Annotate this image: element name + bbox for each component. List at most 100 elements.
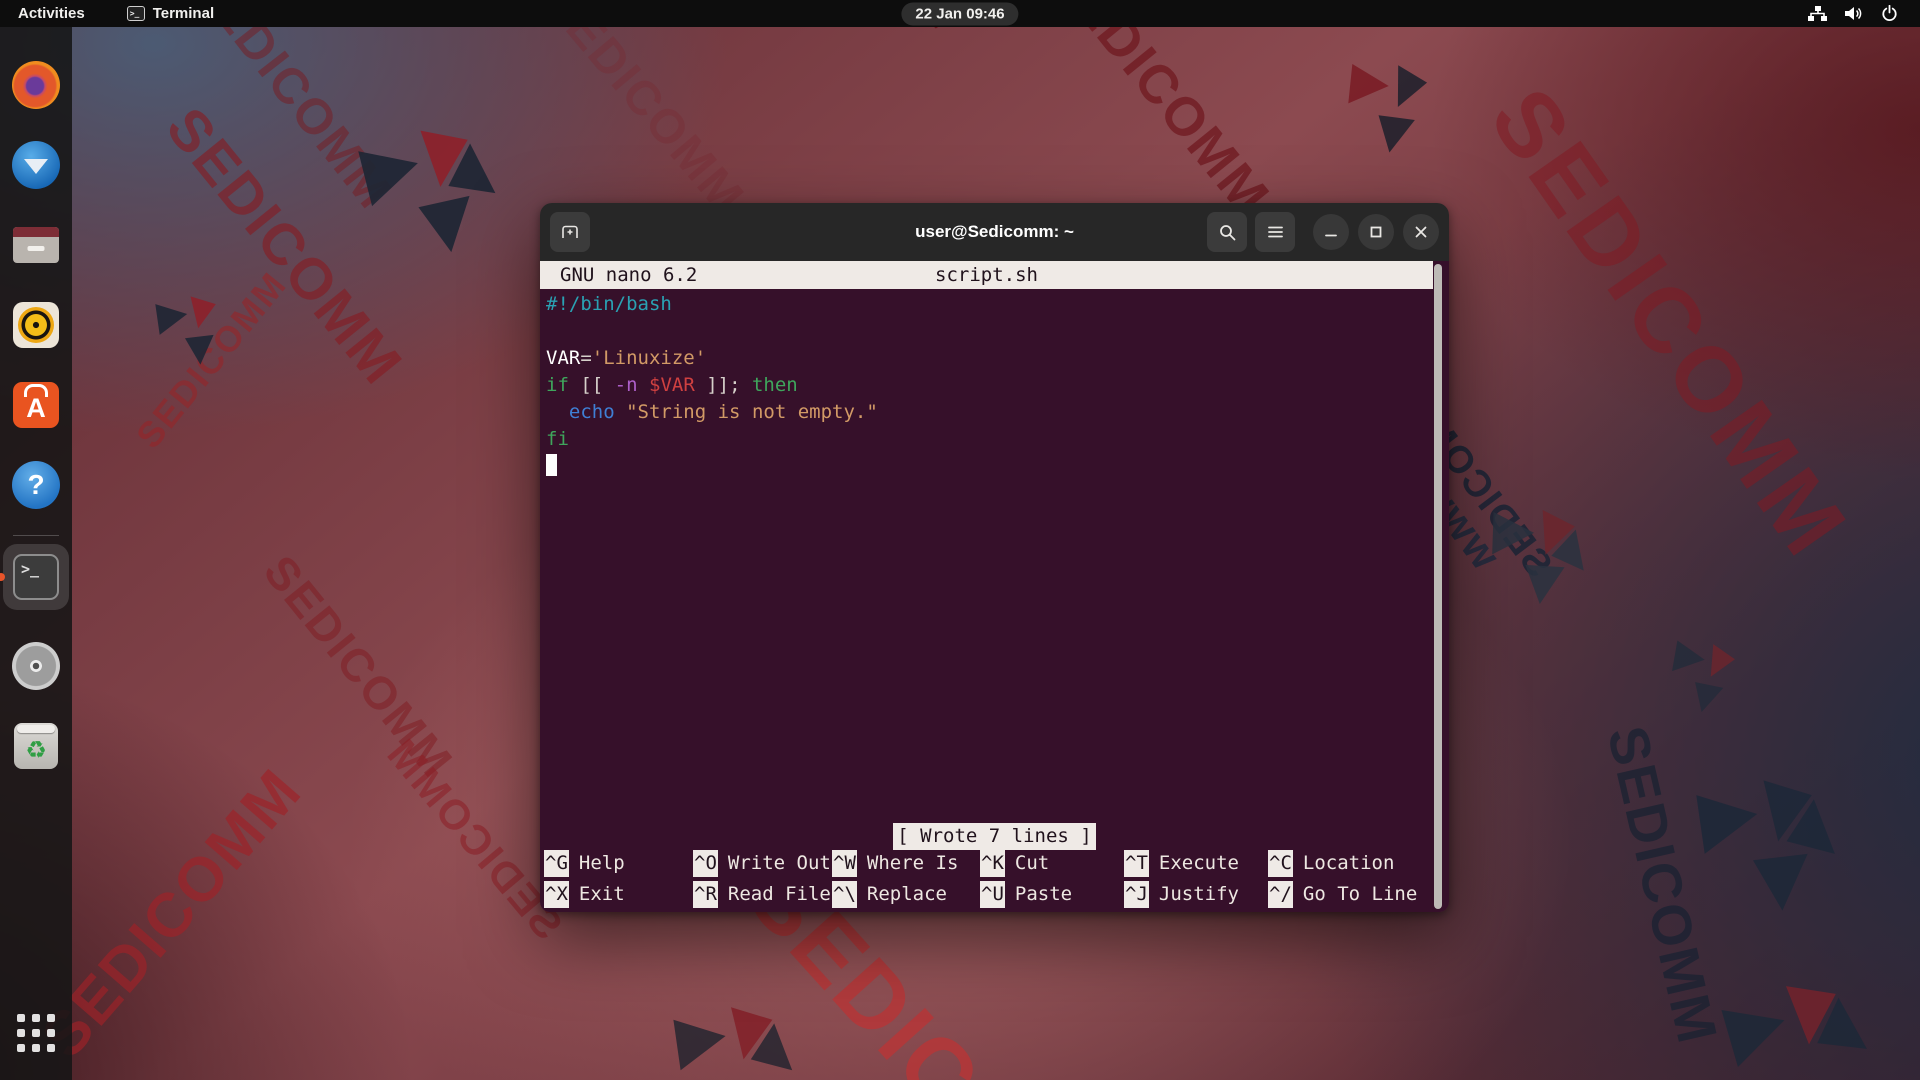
nano-shortcuts-row1: ^G Help ^O Write Out ^W Where Is ^K Cut ^T Execut…	[540, 850, 1449, 881]
dock-item-help[interactable]: ?	[12, 461, 60, 509]
maximize-button[interactable]	[1358, 214, 1394, 250]
code-line: VAR='Linuxize'	[546, 345, 1443, 372]
dock-item-ubuntu-software[interactable]: A	[12, 381, 60, 429]
nano-shortcut-label: Where Is	[866, 852, 959, 874]
nano-shortcut-label: Replace	[866, 883, 947, 905]
thunderbird-icon	[12, 141, 60, 189]
nano-filename: script.sh	[935, 263, 1038, 286]
code-token: if	[546, 374, 569, 396]
triangle-logo-cluster	[155, 296, 216, 365]
search-icon	[1219, 224, 1235, 240]
system-status-area[interactable]	[1808, 5, 1920, 22]
triangle-logo-cluster	[1696, 780, 1835, 911]
ubuntu-software-icon: A	[13, 382, 59, 428]
network-icon	[1808, 6, 1827, 21]
code-token: =	[580, 347, 592, 369]
dock-item-disc[interactable]	[12, 642, 60, 690]
top-bar: Activities >_ Terminal 22 Jan 09:46	[0, 0, 1920, 27]
terminal-scrollbar[interactable]	[1434, 264, 1442, 909]
hamburger-menu-icon	[1267, 226, 1283, 238]
nano-shortcut: ^G Help	[544, 850, 693, 877]
code-token: [[	[568, 374, 615, 396]
nano-edit-area[interactable]: #!/bin/bash VAR='Linuxize' if [[ -n $VAR …	[540, 289, 1449, 823]
nano-shortcut-label: Write Out	[727, 852, 831, 874]
clock-button[interactable]: 22 Jan 09:46	[901, 2, 1019, 25]
nano-shortcut-key: ^K	[980, 850, 1005, 877]
nano-shortcut-key: ^G	[544, 850, 569, 877]
nano-status-message: [ Wrote 7 lines ]	[893, 823, 1096, 850]
code-token: echo	[568, 401, 615, 423]
triangle-logo-cluster	[1672, 640, 1735, 713]
code-token: then	[751, 374, 798, 396]
nano-shortcut: ^R Read File	[693, 881, 832, 908]
nano-shortcut-key: ^X	[544, 881, 569, 908]
trash-icon: ♻	[14, 723, 58, 769]
nano-shortcut-label: Location	[1302, 852, 1395, 874]
help-icon: ?	[12, 461, 60, 509]
code-token: fi	[546, 428, 569, 450]
close-button[interactable]	[1403, 214, 1439, 250]
code-token: "String is not empty."	[626, 401, 878, 423]
nano-shortcut-key: ^U	[980, 881, 1005, 908]
code-line: echo "String is not empty."	[546, 399, 1443, 426]
nano-status-line: [ Wrote 7 lines ]	[540, 823, 1449, 850]
dock-item-terminal-active[interactable]: >_	[0, 544, 69, 610]
code-token: $VAR	[649, 374, 695, 396]
close-icon	[1415, 226, 1427, 238]
code-line	[546, 453, 1443, 480]
nano-shortcut-key: ^W	[832, 850, 857, 877]
window-titlebar[interactable]: user@Sedicomm: ~	[540, 203, 1449, 261]
wallpaper-watermark: SEDICOMM	[1595, 720, 1730, 1051]
code-line: fi	[546, 426, 1443, 453]
dock-item-files[interactable]	[12, 221, 60, 269]
dock-divider	[13, 535, 59, 536]
nano-shortcut-key: ^O	[693, 850, 718, 877]
firefox-icon	[12, 61, 60, 109]
triangle-logo-cluster	[1348, 63, 1428, 153]
wallpaper-watermark: SEDICOMM	[180, 0, 404, 220]
nano-shortcut-key: ^T	[1124, 850, 1149, 877]
new-tab-button[interactable]	[550, 212, 590, 252]
nano-shortcut: ^\ Replace	[832, 881, 980, 908]
menu-button[interactable]	[1255, 212, 1295, 252]
nano-shortcut-key: ^J	[1124, 881, 1149, 908]
nano-shortcut-label: Exit	[578, 883, 625, 905]
show-applications-button[interactable]	[17, 1014, 55, 1052]
nano-shortcut: ^C Location	[1268, 850, 1449, 877]
wallpaper-watermark: SEDICOMM	[128, 263, 295, 456]
dock-item-thunderbird[interactable]	[12, 141, 60, 189]
maximize-icon	[1370, 226, 1382, 238]
nano-shortcut-key: ^C	[1268, 850, 1293, 877]
code-token: #!/bin/bash	[546, 293, 672, 315]
dock-item-trash[interactable]: ♻	[12, 722, 60, 770]
activities-button[interactable]: Activities	[0, 0, 103, 27]
triangle-logo-cluster	[358, 130, 496, 253]
nano-shortcut: ^W Where Is	[832, 850, 980, 877]
terminal-screen[interactable]: GNU nano 6.2 script.sh #!/bin/bash VAR='…	[540, 261, 1449, 912]
minimize-icon	[1325, 234, 1337, 237]
new-tab-icon	[562, 225, 578, 238]
nano-shortcut-label: Cut	[1014, 852, 1050, 874]
window-title: user@Sedicomm: ~	[915, 222, 1074, 241]
nano-shortcut-label: Paste	[1014, 883, 1073, 905]
nano-shortcuts-row2: ^X Exit ^R Read File ^\ Replace ^U Paste ^J Justi…	[540, 881, 1449, 912]
triangle-logo-cluster	[673, 1007, 793, 1071]
code-line: #!/bin/bash	[546, 291, 1443, 318]
minimize-button[interactable]	[1313, 214, 1349, 250]
dock: A ? >_ ♻	[0, 27, 72, 1080]
nano-shortcut: ^U Paste	[980, 881, 1124, 908]
focused-app-menu[interactable]: >_ Terminal	[126, 5, 214, 22]
nano-shortcut-label: Go To Line	[1302, 883, 1418, 905]
terminal-icon: >_	[13, 554, 59, 600]
nano-shortcut-key: ^R	[693, 881, 718, 908]
search-button[interactable]	[1207, 212, 1247, 252]
nano-shortcut: ^K Cut	[980, 850, 1124, 877]
code-line: if [[ -n $VAR ]]; then	[546, 372, 1443, 399]
dock-item-rhythmbox[interactable]	[12, 301, 60, 349]
wallpaper-watermark: SEDICOMM	[1470, 70, 1868, 577]
dock-item-firefox[interactable]	[12, 61, 60, 109]
nano-shortcut: ^/ Go To Line	[1268, 881, 1449, 908]
